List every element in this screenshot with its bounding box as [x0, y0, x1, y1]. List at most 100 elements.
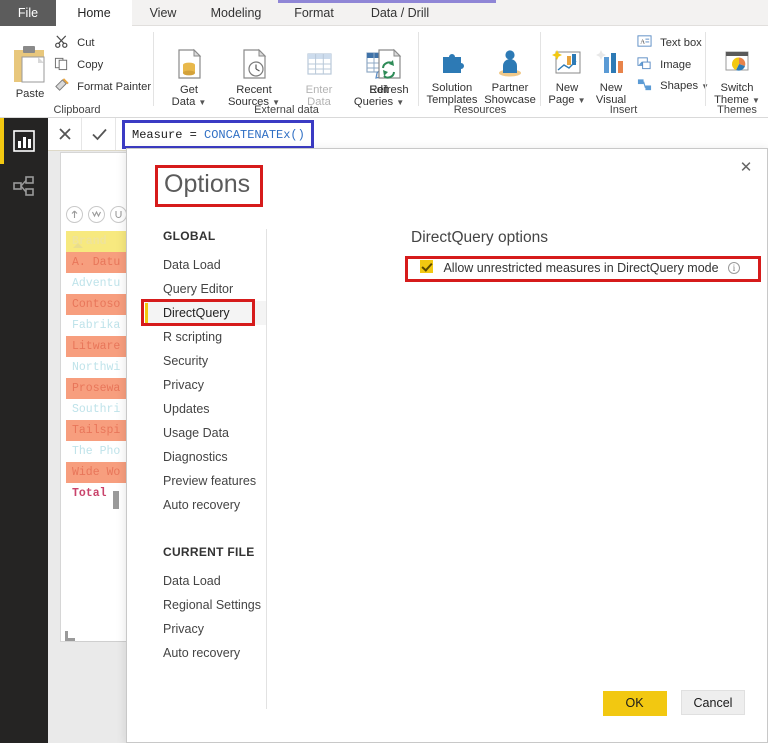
get-data-button[interactable]: Get Data ▼: [162, 48, 216, 110]
nav-item-auto-recovery[interactable]: Auto recovery: [145, 493, 266, 517]
format-painter-label: Format Painter: [77, 81, 152, 93]
formula-confirm-button[interactable]: [82, 118, 116, 150]
drill-down-icon[interactable]: [110, 206, 127, 223]
scissors-icon: [54, 34, 69, 53]
options-pane: DirectQuery options Allow unrestricted m…: [285, 229, 761, 282]
text-box-label: Text box: [660, 36, 702, 49]
tab-view[interactable]: View: [132, 0, 194, 26]
switch-theme-label-line1: Switch: [720, 81, 754, 94]
nav-item-data-load[interactable]: Data Load: [145, 253, 266, 277]
paste-label: Paste: [15, 87, 45, 100]
nav-item-file-privacy[interactable]: Privacy: [145, 617, 266, 641]
ribbon-group-themes: Switch Theme ▼ Themes: [706, 26, 768, 118]
refresh-button[interactable]: Refresh: [364, 48, 414, 96]
solution-templates-button[interactable]: Solution Templates: [423, 48, 481, 107]
format-painter-button[interactable]: Format Painter: [54, 78, 151, 97]
nav-item-query-editor[interactable]: Query Editor: [145, 277, 266, 301]
nav-heading-current-file: CURRENT FILE: [163, 545, 255, 559]
tab-file[interactable]: File: [0, 0, 56, 26]
unrestricted-measures-row[interactable]: Allow unrestricted measures in DirectQue…: [405, 256, 761, 282]
image-icon: [637, 56, 652, 74]
solution-templates-label-line1: Solution: [431, 81, 473, 94]
ok-button[interactable]: OK: [602, 691, 667, 716]
sidebar-item-report-view[interactable]: [0, 118, 48, 164]
group-label-themes: Themes: [717, 104, 757, 116]
get-data-icon: [162, 48, 216, 84]
refresh-label: Refresh: [369, 83, 409, 96]
info-icon[interactable]: i: [728, 261, 741, 274]
group-label-resources: Resources: [453, 104, 507, 116]
formula-function-name: CONCATENATEx(): [204, 128, 305, 142]
close-icon[interactable]: ✕: [731, 155, 761, 181]
tab-modeling[interactable]: Modeling: [194, 0, 278, 26]
text-box-button[interactable]: A Text box: [637, 34, 702, 52]
nav-heading-global: GLOBAL: [163, 229, 216, 243]
ribbon-group-insert: New Page ▼ New Visual A Text box Image S…: [541, 26, 709, 118]
formula-cancel-button[interactable]: [48, 118, 82, 150]
nav-item-regional-settings[interactable]: Regional Settings: [145, 593, 266, 617]
options-dialog: ✕ Options GLOBAL Data Load Query Editor …: [126, 148, 768, 743]
model-view-icon: [13, 176, 35, 198]
ribbon-tabstrip: File Home View Modeling Format Data / Dr…: [0, 0, 768, 26]
recent-sources-button[interactable]: Recent Sources ▼: [218, 48, 290, 110]
options-nav: GLOBAL Data Load Query Editor DirectQuer…: [141, 229, 267, 709]
visual-resize-handle[interactable]: [113, 491, 119, 509]
drill-up-icon[interactable]: [66, 206, 83, 223]
partner-showcase-label-line1: Partner: [491, 81, 529, 94]
switch-theme-button[interactable]: Switch Theme ▼: [708, 48, 766, 108]
new-visual-button[interactable]: New Visual: [589, 48, 633, 107]
recent-sources-icon: [218, 48, 290, 84]
formula-prefix: Measure =: [132, 128, 205, 142]
tab-data-drill[interactable]: Data / Drill: [350, 0, 450, 26]
power-bi-desktop-window: File Home View Modeling Format Data / Dr…: [0, 0, 768, 743]
view-switcher-rail: [0, 118, 48, 743]
cut-button[interactable]: Cut: [54, 34, 95, 53]
recent-sources-label-line1: Recent: [236, 83, 272, 96]
sort-ascending-icon: [73, 243, 83, 248]
enter-data-button[interactable]: Enter Data: [292, 48, 346, 109]
format-painter-icon: [54, 78, 69, 97]
paste-button[interactable]: Paste: [6, 44, 54, 100]
nav-item-diagnostics[interactable]: Diagnostics: [145, 445, 266, 469]
cancel-button[interactable]: Cancel: [681, 690, 745, 715]
nav-item-file-auto-recovery[interactable]: Auto recovery: [145, 641, 266, 665]
refresh-icon: [364, 48, 414, 84]
ribbon: Paste Cut Copy Format Painter Clipboard …: [0, 26, 768, 118]
nav-item-r-scripting[interactable]: R scripting: [145, 325, 266, 349]
enter-data-label-line1: Enter: [305, 83, 333, 96]
visual-corner-handle[interactable]: [65, 631, 75, 641]
new-page-icon: [545, 48, 589, 82]
shapes-button[interactable]: Shapes ▼: [637, 78, 709, 96]
ribbon-group-clipboard: Paste Cut Copy Format Painter Clipboard: [0, 26, 154, 118]
nav-item-updates[interactable]: Updates: [145, 397, 266, 421]
nav-item-file-data-load[interactable]: Data Load: [145, 569, 266, 593]
shapes-icon: [637, 78, 652, 96]
nav-item-directquery[interactable]: DirectQuery: [141, 299, 266, 326]
new-page-button[interactable]: New Page ▼: [545, 48, 589, 108]
sidebar-item-model-view[interactable]: [0, 164, 48, 210]
new-visual-icon: [589, 48, 633, 82]
nav-item-privacy[interactable]: Privacy: [145, 373, 266, 397]
tab-home[interactable]: Home: [56, 0, 132, 26]
expand-all-icon[interactable]: [88, 206, 105, 223]
copy-icon: [54, 56, 69, 75]
report-view-icon: [13, 130, 35, 152]
svg-text:A: A: [640, 38, 645, 45]
partner-showcase-button[interactable]: Partner Showcase: [481, 48, 539, 107]
page-title: Options: [155, 165, 264, 207]
image-button[interactable]: Image: [637, 56, 691, 74]
copy-label: Copy: [77, 59, 104, 71]
cut-label: Cut: [77, 37, 95, 49]
copy-button[interactable]: Copy: [54, 56, 103, 75]
dax-formula-bar: Measure = CONCATENATEx(): [48, 118, 768, 151]
unrestricted-measures-checkbox[interactable]: [420, 260, 433, 274]
nav-item-security[interactable]: Security: [145, 349, 266, 373]
nav-item-usage-data[interactable]: Usage Data: [145, 421, 266, 445]
switch-theme-icon: [708, 48, 766, 82]
text-box-icon: A: [637, 34, 652, 52]
tab-format[interactable]: Format: [278, 0, 350, 26]
nav-item-preview-features[interactable]: Preview features: [145, 469, 266, 493]
drill-controls: [66, 206, 128, 224]
formula-input-highlight[interactable]: Measure = CONCATENATEx(): [122, 120, 314, 149]
dialog-actions: OK Cancel: [593, 690, 745, 716]
